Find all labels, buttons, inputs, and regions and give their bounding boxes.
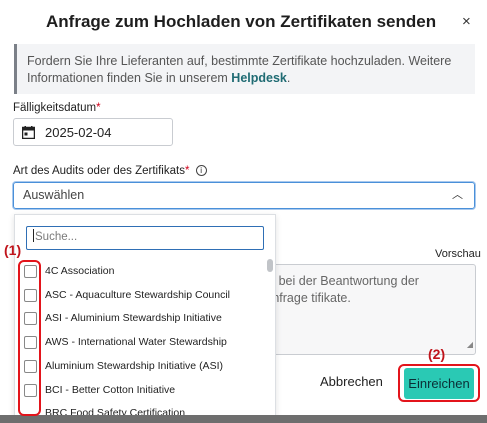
audit-type-placeholder: Auswählen (23, 188, 85, 202)
required-mark: * (184, 165, 190, 177)
due-date-label-text: Fälligkeitsdatum (13, 102, 97, 114)
chevron-up-icon: ︿ (452, 189, 463, 201)
info-icon[interactable]: i (195, 165, 207, 176)
audit-type-label: Art des Audits oder des Zertifikats* i (13, 165, 207, 177)
audit-type-dropdown: Suche... 4C Association ASC - Aquacultur… (14, 214, 276, 423)
option-label: 4C Association (45, 265, 115, 277)
upload-request-modal: Anfrage zum Hochladen von Zertifikaten s… (0, 0, 487, 423)
helpdesk-link[interactable]: Helpdesk (231, 71, 287, 85)
info-suffix: . (286, 71, 291, 85)
calendar-icon (22, 125, 35, 139)
audit-type-label-text: Art des Audits oder des Zertifikats (13, 165, 185, 177)
required-mark: * (96, 102, 101, 114)
info-box: Fordern Sie Ihre Lieferanten auf, bestim… (14, 44, 475, 94)
option-label: ASI - Aluminium Stewardship Initiative (45, 312, 222, 324)
due-date-value: 2025-02-04 (45, 124, 112, 140)
annotation-box-checkboxes (18, 260, 41, 416)
close-icon[interactable]: × (462, 13, 471, 30)
annotation-label-2: (2) (428, 346, 446, 362)
due-date-field[interactable]: 2025-02-04 (13, 118, 173, 146)
option-item[interactable]: Aluminium Stewardship Initiative (ASI) (24, 358, 223, 374)
due-date-label: Fälligkeitsdatum* (13, 102, 101, 114)
option-item[interactable]: ASC - Aquaculture Stewardship Council (24, 287, 230, 303)
preview-link[interactable]: Vorschau (435, 248, 481, 260)
option-item[interactable]: ASI - Aluminium Stewardship Initiative (24, 310, 222, 326)
option-item[interactable]: AWS - International Water Stewardship (24, 334, 227, 350)
audit-type-select[interactable]: Auswählen ︿ (13, 182, 475, 209)
option-label: ASC - Aquaculture Stewardship Council (45, 289, 231, 301)
search-input[interactable]: Suche... (26, 226, 264, 250)
resize-handle-icon[interactable]: ◢ (467, 336, 473, 353)
dropdown-scrollbar[interactable] (266, 257, 274, 422)
text-caret (33, 229, 34, 242)
modal-title: Anfrage zum Hochladen von Zertifikaten s… (46, 12, 437, 31)
annotation-label-1: (1) (4, 242, 22, 258)
option-item[interactable]: BCI - Better Cotton Initiative (24, 382, 175, 398)
message-text: rn bei der Beantwortung der Anfrage tifi… (264, 274, 419, 305)
cancel-button[interactable]: Abbrechen (320, 374, 383, 389)
option-label: BCI - Better Cotton Initiative (45, 384, 176, 396)
search-placeholder: Suche... (35, 231, 78, 243)
scrollbar-thumb[interactable] (267, 259, 273, 272)
annotation-box-submit (398, 364, 480, 402)
option-label: Aluminium Stewardship Initiative (ASI) (45, 360, 223, 372)
option-label: AWS - International Water Stewardship (45, 336, 227, 348)
page-backdrop-bar (0, 415, 487, 423)
